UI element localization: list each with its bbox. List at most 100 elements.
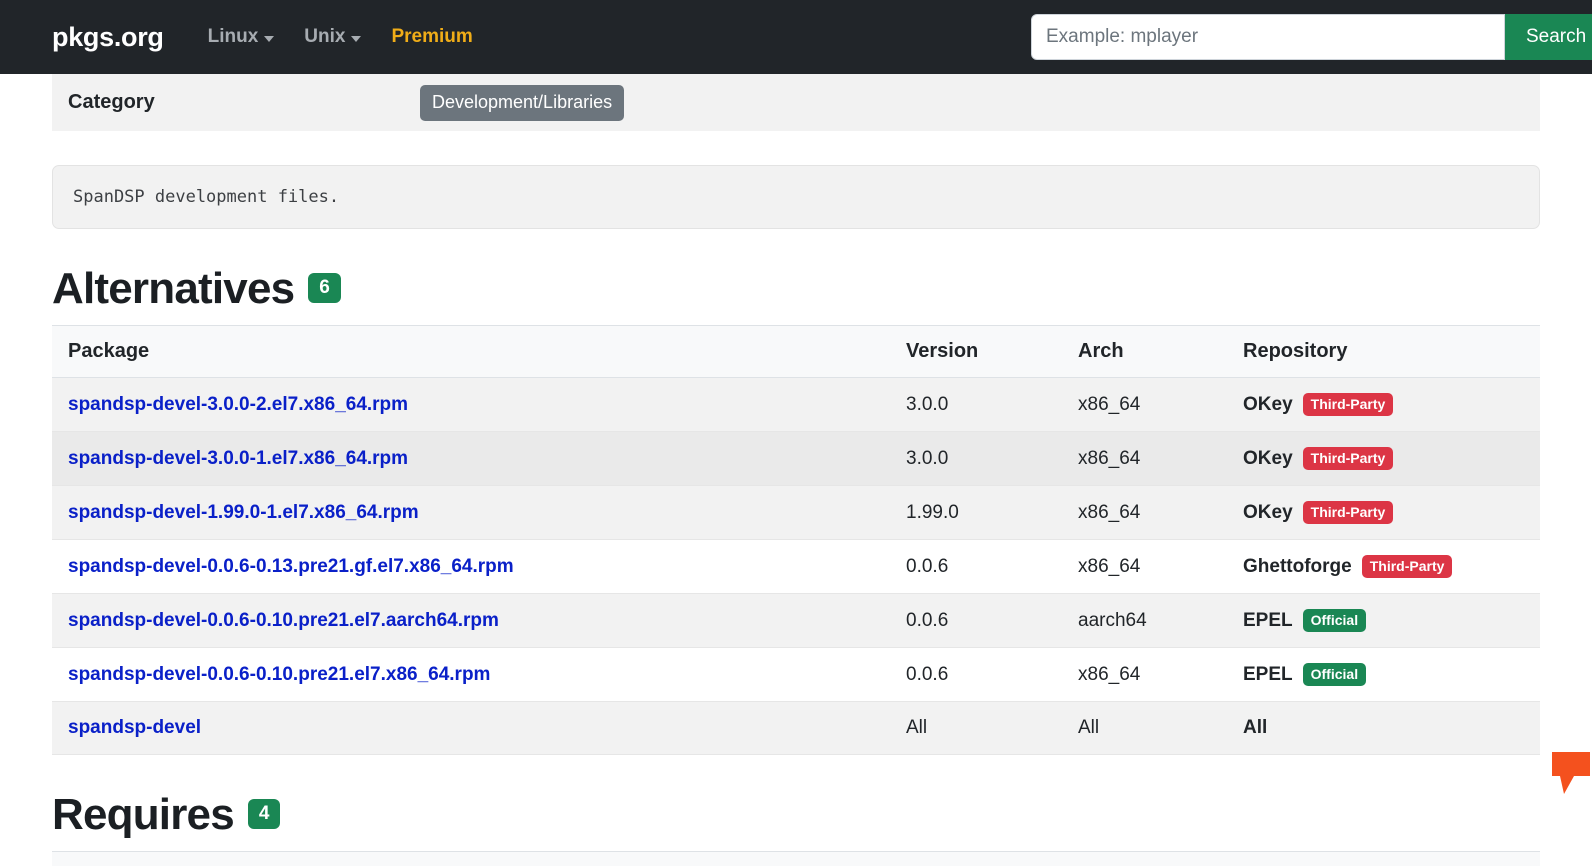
repository-cell: EPEL Official xyxy=(1227,647,1540,702)
repository-wrapper: Ghettoforge Third-Party xyxy=(1243,555,1524,578)
requires-table: Name Value xyxy=(52,851,1540,866)
repository-name: Ghettoforge xyxy=(1243,555,1352,577)
table-header-row: Name Value xyxy=(52,851,1540,866)
repository-cell: EPEL Official xyxy=(1227,593,1540,648)
package-cell: spandsp-devel-1.99.0-1.el7.x86_64.rpm xyxy=(52,485,890,540)
column-header-version: Version xyxy=(890,325,1062,378)
package-cell: spandsp-devel-3.0.0-2.el7.x86_64.rpm xyxy=(52,377,890,432)
repository-name: EPEL xyxy=(1243,663,1293,685)
category-row: Category Development/Libraries xyxy=(52,74,1540,131)
table-row[interactable]: spandsp-devel-0.0.6-0.13.pre21.gf.el7.x8… xyxy=(52,539,1540,594)
status-badge: Third-Party xyxy=(1302,447,1394,470)
status-badge: Third-Party xyxy=(1302,393,1394,416)
arch-cell: All xyxy=(1062,701,1227,755)
top-navbar: pkgs.org Linux Unix Premium Search xyxy=(0,0,1592,74)
package-link[interactable]: spandsp-devel-3.0.0-1.el7.x86_64.rpm xyxy=(68,448,408,469)
alternatives-table-head: Package Version Arch Repository xyxy=(52,325,1540,378)
table-header-row: Package Version Arch Repository xyxy=(52,325,1540,378)
alternatives-heading: Alternatives 6 xyxy=(52,267,1540,311)
package-link[interactable]: spandsp-devel-1.99.0-1.el7.x86_64.rpm xyxy=(68,502,419,523)
description-text: SpanDSP development files. xyxy=(73,187,340,207)
category-label: Category xyxy=(68,91,155,113)
arch-cell: x86_64 xyxy=(1062,485,1227,540)
repository-cell: Ghettoforge Third-Party xyxy=(1227,539,1540,594)
alternatives-count-badge: 6 xyxy=(308,273,341,303)
category-value-badge[interactable]: Development/Libraries xyxy=(420,84,625,121)
table-row[interactable]: spandsp-devel All All All xyxy=(52,701,1540,755)
nav-item-premium-label: Premium xyxy=(391,26,473,47)
arch-cell: x86_64 xyxy=(1062,377,1227,432)
search-input[interactable] xyxy=(1031,14,1505,60)
version-cell: 0.0.6 xyxy=(890,593,1062,648)
chevron-down-icon xyxy=(264,35,275,42)
nav-item-linux-label: Linux xyxy=(207,26,259,47)
package-cell: spandsp-devel-3.0.0-1.el7.x86_64.rpm xyxy=(52,431,890,486)
repository-wrapper: All xyxy=(1243,717,1524,739)
table-row[interactable]: spandsp-devel-3.0.0-1.el7.x86_64.rpm 3.0.… xyxy=(52,431,1540,486)
version-cell: 3.0.0 xyxy=(890,377,1062,432)
package-link[interactable]: spandsp-devel-0.0.6-0.10.pre21.el7.aarch… xyxy=(68,610,499,631)
arch-cell: x86_64 xyxy=(1062,431,1227,486)
location-pin-icon xyxy=(1552,752,1590,794)
package-link[interactable]: spandsp-devel-0.0.6-0.10.pre21.el7.x86_6… xyxy=(68,664,490,685)
version-cell: 0.0.6 xyxy=(890,647,1062,702)
version-cell: 3.0.0 xyxy=(890,431,1062,486)
column-header-arch: Arch xyxy=(1062,325,1227,378)
version-cell: All xyxy=(890,701,1062,755)
column-header-package: Package xyxy=(52,325,890,378)
status-badge: Third-Party xyxy=(1302,501,1394,524)
site-logo[interactable]: pkgs.org xyxy=(52,22,164,53)
repository-wrapper: OKey Third-Party xyxy=(1243,447,1524,470)
package-cell: spandsp-devel-0.0.6-0.13.pre21.gf.el7.x8… xyxy=(52,539,890,594)
requires-table-head: Name Value xyxy=(52,851,1540,866)
repository-wrapper: OKey Third-Party xyxy=(1243,501,1524,524)
package-cell: spandsp-devel-0.0.6-0.10.pre21.el7.x86_6… xyxy=(52,647,890,702)
column-header-name: Name xyxy=(52,851,1112,866)
arch-cell: aarch64 xyxy=(1062,593,1227,648)
repository-cell: OKey Third-Party xyxy=(1227,485,1540,540)
version-cell: 0.0.6 xyxy=(890,539,1062,594)
repository-wrapper: EPEL Official xyxy=(1243,663,1524,686)
repository-cell: OKey Third-Party xyxy=(1227,377,1540,432)
package-link[interactable]: spandsp-devel-0.0.6-0.13.pre21.gf.el7.x8… xyxy=(68,556,514,577)
requires-heading: Requires 4 xyxy=(52,793,1540,837)
repository-wrapper: EPEL Official xyxy=(1243,609,1524,632)
package-cell: spandsp-devel-0.0.6-0.10.pre21.el7.aarch… xyxy=(52,593,890,648)
repository-cell: All xyxy=(1227,701,1540,755)
column-header-value: Value xyxy=(1112,851,1540,866)
table-row[interactable]: spandsp-devel-0.0.6-0.10.pre21.el7.aarch… xyxy=(52,593,1540,648)
search-form: Search xyxy=(1031,14,1592,60)
status-badge: Official xyxy=(1302,609,1367,632)
primary-nav: Linux Unix Premium xyxy=(208,26,473,48)
nav-item-linux[interactable]: Linux xyxy=(208,26,275,48)
package-cell: spandsp-devel xyxy=(52,701,890,755)
package-link[interactable]: spandsp-devel-3.0.0-2.el7.x86_64.rpm xyxy=(68,394,408,415)
repository-name: All xyxy=(1243,717,1268,738)
alternatives-title: Alternatives xyxy=(52,264,295,313)
arch-cell: x86_64 xyxy=(1062,647,1227,702)
description-box: SpanDSP development files. xyxy=(52,165,1540,229)
table-row[interactable]: spandsp-devel-0.0.6-0.10.pre21.el7.x86_6… xyxy=(52,647,1540,702)
package-link[interactable]: spandsp-devel xyxy=(68,717,201,738)
repository-name: OKey xyxy=(1243,393,1293,415)
search-button[interactable]: Search xyxy=(1505,14,1592,60)
page-content: Category Development/Libraries SpanDSP d… xyxy=(0,74,1592,866)
repository-cell: OKey Third-Party xyxy=(1227,431,1540,486)
table-row[interactable]: spandsp-devel-1.99.0-1.el7.x86_64.rpm 1.9… xyxy=(52,485,1540,540)
alternatives-table: Package Version Arch Repository spandsp-… xyxy=(52,325,1540,755)
repository-wrapper: OKey Third-Party xyxy=(1243,393,1524,416)
table-row[interactable]: spandsp-devel-3.0.0-2.el7.x86_64.rpm 3.0.… xyxy=(52,377,1540,432)
column-header-repository: Repository xyxy=(1227,325,1540,378)
status-badge: Official xyxy=(1302,663,1367,686)
status-badge: Third-Party xyxy=(1361,555,1453,578)
repository-name: EPEL xyxy=(1243,609,1293,631)
requires-title: Requires xyxy=(52,790,235,839)
chevron-down-icon xyxy=(351,35,362,42)
alternatives-table-body: spandsp-devel-3.0.0-2.el7.x86_64.rpm 3.0.… xyxy=(52,377,1540,755)
nav-item-unix[interactable]: Unix xyxy=(304,26,362,48)
repository-name: OKey xyxy=(1243,447,1293,469)
repository-name: OKey xyxy=(1243,501,1293,523)
arch-cell: x86_64 xyxy=(1062,539,1227,594)
nav-item-premium[interactable]: Premium xyxy=(391,26,472,48)
nav-item-unix-label: Unix xyxy=(304,26,346,47)
